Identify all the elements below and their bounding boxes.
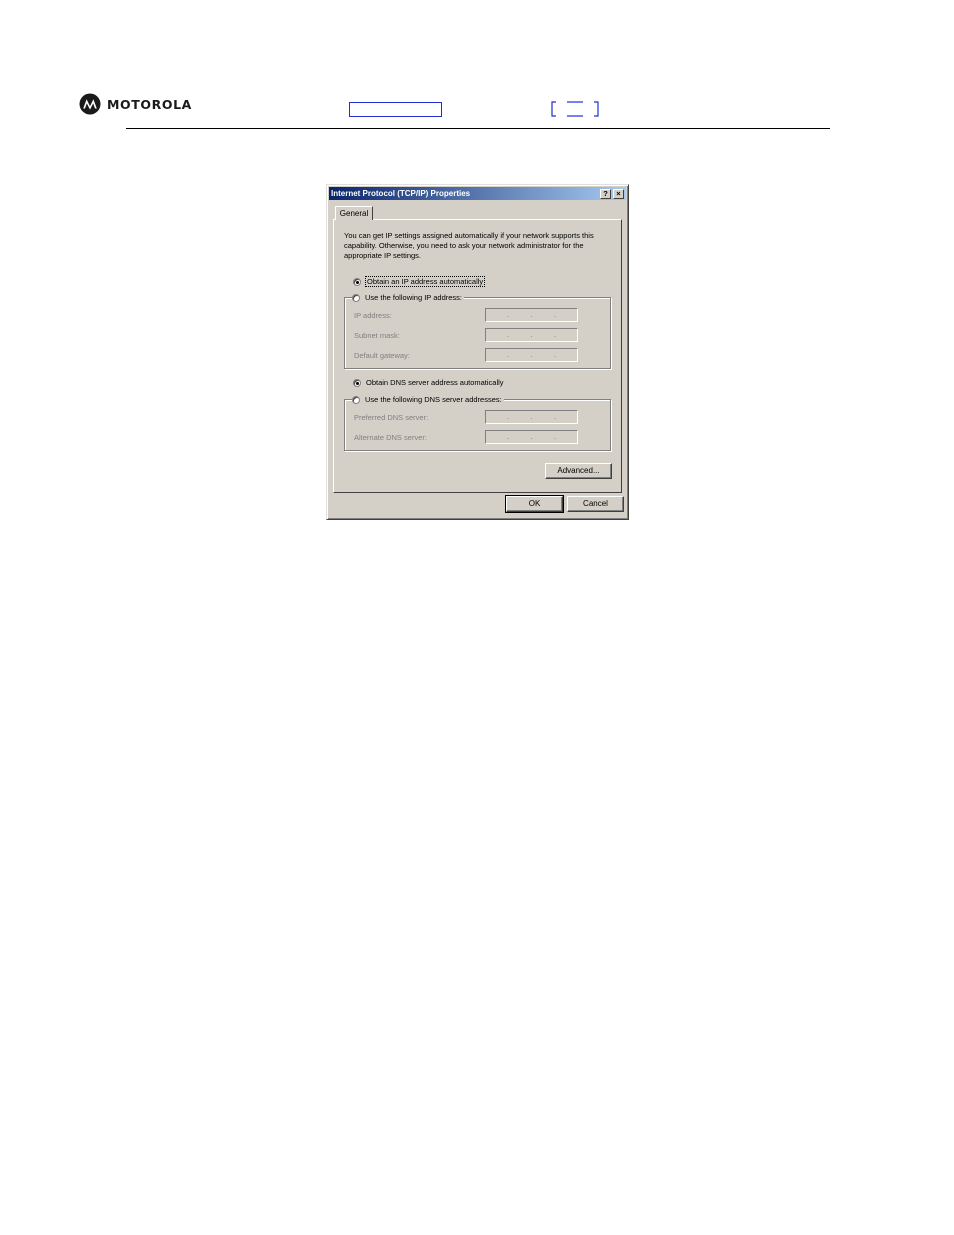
close-button[interactable]: × bbox=[613, 188, 624, 199]
ip-dot: . bbox=[530, 432, 533, 441]
ip-dot: . bbox=[506, 330, 509, 339]
cancel-button[interactable]: Cancel bbox=[567, 496, 624, 512]
default-gateway-label: Default gateway: bbox=[354, 351, 410, 360]
tcpip-properties-dialog: Internet Protocol (TCP/IP) Properties ? … bbox=[326, 184, 629, 520]
ip-address-label: IP address: bbox=[354, 311, 392, 320]
ip-address-field: ... bbox=[485, 308, 578, 322]
header-link-box[interactable] bbox=[349, 102, 442, 117]
dns-manual-radio[interactable] bbox=[352, 395, 360, 404]
ip-auto-option[interactable]: Obtain an IP address automatically bbox=[353, 276, 486, 287]
tab-general[interactable]: General bbox=[335, 206, 373, 220]
help-icon: ? bbox=[603, 188, 608, 198]
ip-dot: . bbox=[506, 432, 509, 441]
subnet-mask-field: ... bbox=[485, 328, 578, 342]
dns-auto-radio[interactable] bbox=[353, 378, 361, 387]
intro-text: You can get IP settings assigned automat… bbox=[344, 231, 594, 260]
advanced-button[interactable]: Advanced... bbox=[545, 463, 612, 479]
ip-dot: . bbox=[530, 412, 533, 421]
alternate-dns-label: Alternate DNS server: bbox=[354, 433, 427, 442]
ip-auto-radio[interactable] bbox=[353, 277, 361, 286]
brand: MOTOROLA bbox=[79, 93, 192, 115]
preferred-dns-label: Preferred DNS server: bbox=[354, 413, 429, 422]
ip-manual-label[interactable]: Use the following IP address: bbox=[365, 293, 462, 302]
dialog-title: Internet Protocol (TCP/IP) Properties bbox=[331, 189, 471, 198]
ip-dot: . bbox=[554, 350, 557, 359]
ip-dot: . bbox=[554, 330, 557, 339]
title-bar[interactable]: Internet Protocol (TCP/IP) Properties ? … bbox=[329, 187, 626, 200]
ip-manual-option[interactable]: Use the following IP address: bbox=[352, 293, 464, 302]
preferred-dns-field: ... bbox=[485, 410, 578, 424]
help-button[interactable]: ? bbox=[600, 188, 611, 199]
ip-dot: . bbox=[554, 310, 557, 319]
default-gateway-field: ... bbox=[485, 348, 578, 362]
header-divider bbox=[126, 128, 830, 129]
dns-manual-label[interactable]: Use the following DNS server addresses: bbox=[365, 395, 502, 404]
ok-button[interactable]: OK bbox=[505, 495, 564, 513]
subnet-mask-label: Subnet mask: bbox=[354, 331, 400, 340]
ip-manual-radio[interactable] bbox=[352, 293, 360, 302]
brand-name: MOTOROLA bbox=[107, 96, 192, 112]
ip-dot: . bbox=[530, 350, 533, 359]
ip-dot: . bbox=[530, 330, 533, 339]
ip-dot: . bbox=[554, 412, 557, 421]
ip-dot: . bbox=[554, 432, 557, 441]
ip-dot: . bbox=[506, 310, 509, 319]
dns-auto-option[interactable]: Obtain DNS server address automatically bbox=[353, 378, 504, 387]
ip-dot: . bbox=[506, 412, 509, 421]
bracket-mark-icon[interactable] bbox=[551, 101, 599, 117]
dns-auto-label[interactable]: Obtain DNS server address automatically bbox=[366, 378, 504, 387]
close-icon: × bbox=[616, 188, 621, 198]
dns-manual-option[interactable]: Use the following DNS server addresses: bbox=[352, 395, 504, 404]
ip-dot: . bbox=[506, 350, 509, 359]
alternate-dns-field: ... bbox=[485, 430, 578, 444]
ip-auto-label[interactable]: Obtain an IP address automatically bbox=[364, 276, 486, 287]
ip-dot: . bbox=[530, 310, 533, 319]
motorola-logo-icon bbox=[79, 93, 101, 115]
